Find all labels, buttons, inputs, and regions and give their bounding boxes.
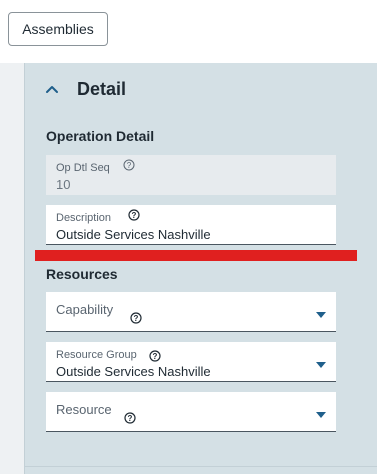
help-icon[interactable]: ? bbox=[130, 312, 142, 324]
description-field[interactable]: Description ? Outside Services Nashville bbox=[46, 205, 336, 245]
help-icon[interactable]: ? bbox=[123, 159, 135, 171]
resource-group-label: Resource Group bbox=[56, 349, 137, 361]
help-icon[interactable]: ? bbox=[149, 350, 161, 362]
operation-detail-heading: Operation Detail bbox=[46, 128, 155, 144]
red-annotation-bar bbox=[35, 250, 357, 261]
detail-panel-header[interactable]: Detail bbox=[24, 67, 377, 115]
caret-down-icon[interactable] bbox=[316, 312, 326, 318]
description-label: Description bbox=[56, 212, 112, 224]
svg-text:?: ? bbox=[153, 352, 158, 361]
assemblies-button[interactable]: Assemblies bbox=[8, 12, 108, 46]
caret-down-icon[interactable] bbox=[316, 412, 326, 418]
svg-text:?: ? bbox=[128, 414, 133, 423]
op-dtl-seq-field: Op Dtl Seq ? 10 bbox=[46, 155, 336, 195]
top-toolbar: Assemblies bbox=[0, 0, 377, 63]
op-dtl-seq-label: Op Dtl Seq bbox=[56, 162, 110, 174]
resources-heading: Resources bbox=[46, 266, 118, 282]
svg-text:?: ? bbox=[134, 314, 139, 323]
svg-text:?: ? bbox=[127, 161, 132, 170]
capability-dropdown[interactable]: Capability ? bbox=[46, 292, 336, 332]
resource-label: Resource bbox=[56, 402, 112, 417]
capability-label: Capability bbox=[56, 302, 114, 317]
caret-down-icon[interactable] bbox=[316, 362, 326, 368]
resource-group-dropdown[interactable]: Resource Group ? Outside Services Nashvi… bbox=[46, 342, 336, 382]
op-dtl-seq-value: 10 bbox=[56, 177, 71, 192]
divider bbox=[24, 466, 377, 467]
help-icon[interactable]: ? bbox=[128, 209, 140, 221]
help-icon[interactable]: ? bbox=[124, 412, 136, 424]
svg-text:?: ? bbox=[132, 211, 137, 220]
panel-title: Detail bbox=[77, 79, 127, 99]
chevron-up-icon[interactable] bbox=[44, 81, 60, 97]
description-value[interactable]: Outside Services Nashville bbox=[56, 227, 211, 242]
resource-dropdown[interactable]: Resource ? bbox=[46, 392, 336, 432]
resource-group-value[interactable]: Outside Services Nashville bbox=[56, 364, 211, 379]
